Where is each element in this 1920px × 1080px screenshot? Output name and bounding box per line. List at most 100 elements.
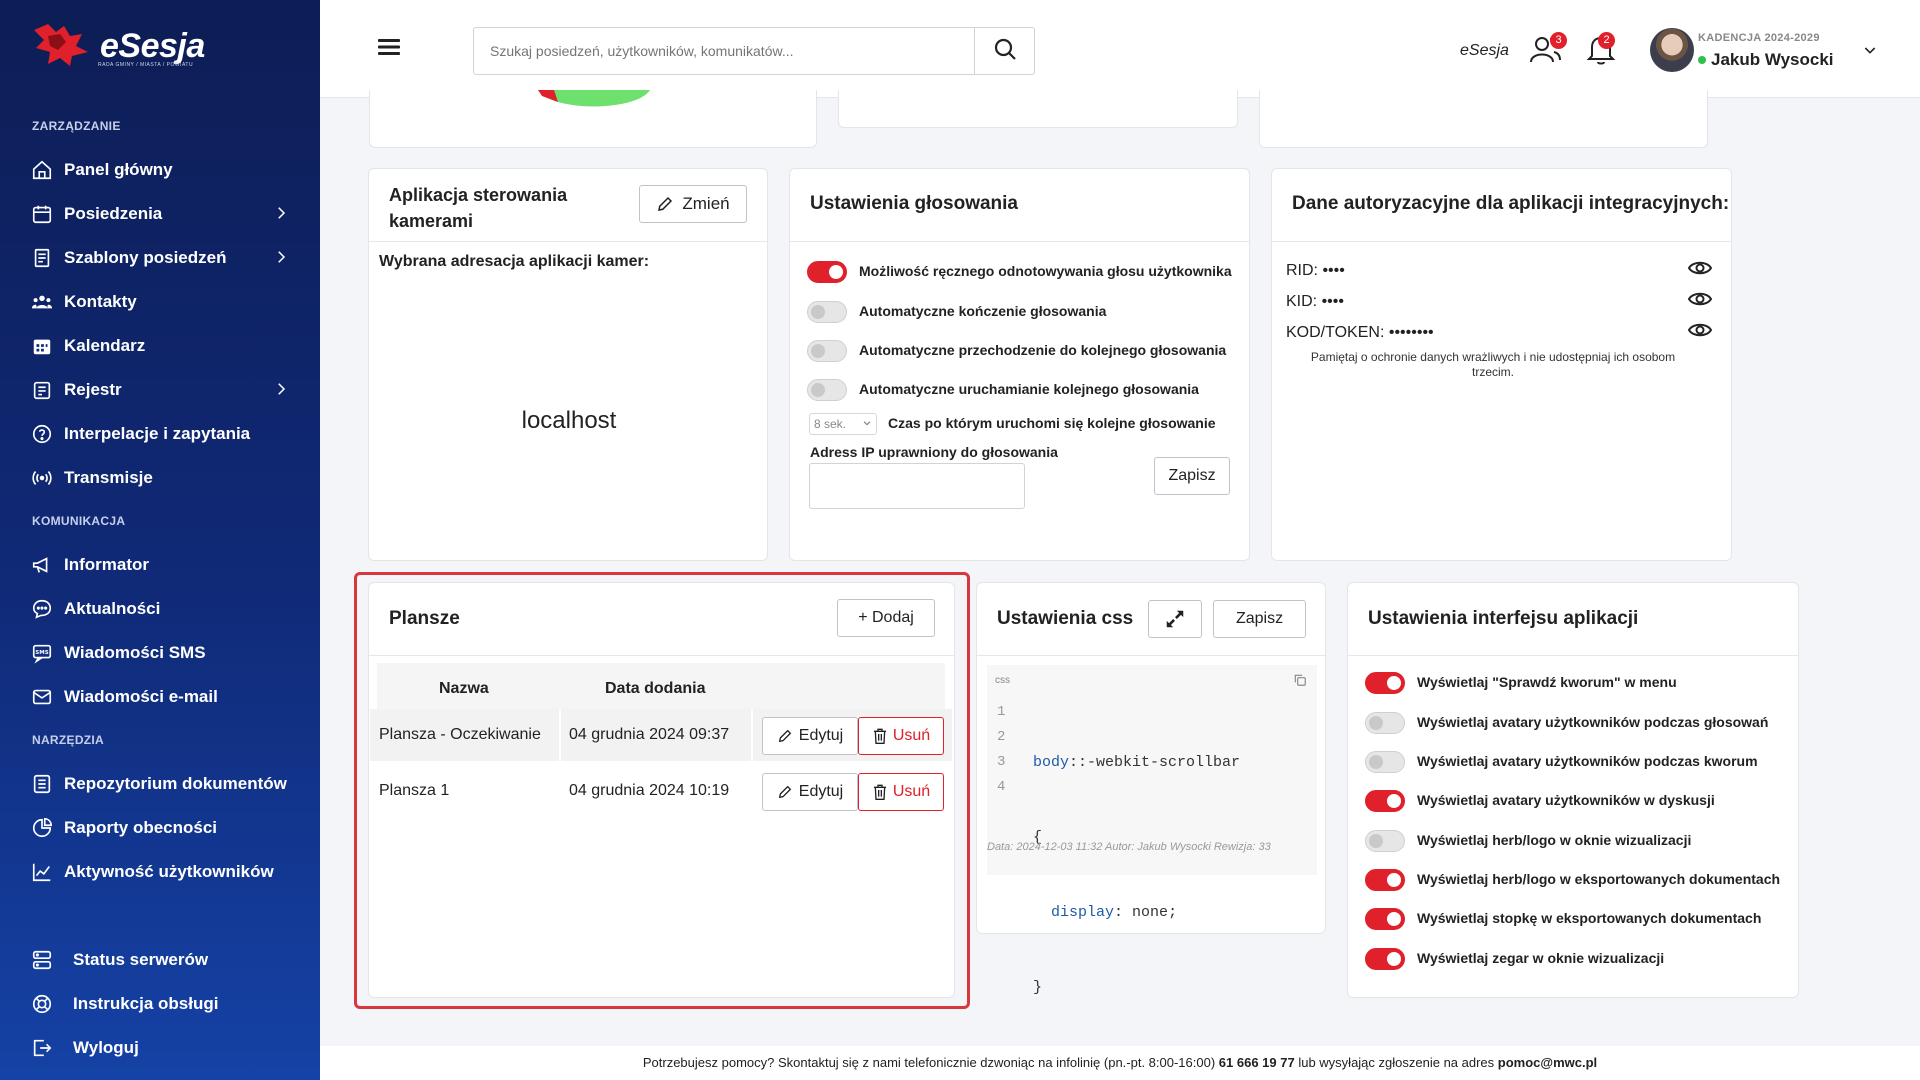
sidebar-item-calendar[interactable]: Kalendarz: [30, 328, 300, 364]
toggle-avatars-voting[interactable]: [1365, 712, 1405, 734]
sidebar-item-documents[interactable]: Repozytorium dokumentów: [30, 766, 300, 802]
sidebar-item-logout[interactable]: Wyloguj: [30, 1030, 300, 1066]
footer-email[interactable]: pomoc@mwc.pl: [1498, 1055, 1597, 1070]
footer: Potrzebujesz pomocy? Skontaktuj się z na…: [320, 1046, 1920, 1080]
delete-button[interactable]: Usuń: [858, 717, 944, 755]
toggle-label: Wyświetlaj zegar w oknie wizualizacji: [1417, 950, 1665, 966]
css-settings-card: Ustawienia css Zapisz css 1 2 3 4 body::…: [976, 582, 1326, 996]
toggle-footer-export[interactable]: [1365, 908, 1405, 930]
sidebar-item-interpellations[interactable]: Interpelacje i zapytania: [30, 416, 300, 452]
auth-card-title: Dane autoryzacyjne dla aplikacji integra…: [1292, 193, 1730, 214]
app-tagline: RADA GMINY / MIASTA / POWIATU: [98, 62, 194, 68]
trash-icon: [872, 727, 888, 745]
user-term: KADENCJA 2024-2029: [1698, 32, 1820, 44]
pencil-icon: [777, 728, 793, 744]
toggle-auto-start[interactable]: [807, 379, 847, 401]
sidebar-item-broadcasts[interactable]: Transmisje: [30, 460, 300, 496]
sidebar-item-contacts[interactable]: Kontakty: [30, 284, 300, 320]
toggle-check-quorum[interactable]: [1365, 672, 1405, 694]
document-icon: [30, 772, 54, 796]
toggle-clock-visualization[interactable]: [1365, 948, 1405, 970]
users-button[interactable]: 3: [1528, 32, 1567, 71]
sidebar-item-dashboard[interactable]: Panel główny: [30, 152, 300, 188]
toggle-avatars-quorum[interactable]: [1365, 751, 1405, 773]
contacts-icon: [30, 290, 54, 314]
sidebar: eSesja RADA GMINY / MIASTA / POWIATU ZAR…: [0, 0, 320, 1080]
chevron-down-icon: [862, 417, 872, 431]
toggle-label: Wyświetlaj herb/logo w oknie wizualizacj…: [1417, 832, 1692, 848]
eye-icon[interactable]: [1687, 259, 1713, 282]
sidebar-item-templates[interactable]: Szablony posiedzeń: [30, 240, 300, 276]
boards-card-title: Plansze: [389, 608, 460, 629]
svg-text:SMS: SMS: [35, 650, 48, 656]
table-row: Plansza - Oczekiwanie 04 grudnia 2024 09…: [370, 709, 952, 761]
chat-icon: [30, 597, 54, 621]
chevron-right-icon: [272, 204, 290, 227]
ip-input[interactable]: [809, 463, 1025, 509]
section-communication: KOMUNIKACJA: [32, 514, 126, 528]
sms-icon: SMS: [30, 641, 54, 665]
change-button[interactable]: Zmień: [639, 185, 747, 223]
lifebuoy-icon: [30, 992, 54, 1016]
calendar-icon: [30, 202, 54, 226]
fullscreen-button[interactable]: [1148, 600, 1202, 638]
footer-mid: lub wysyłając zgłoszenie na adres: [1298, 1055, 1495, 1070]
home-icon: [30, 158, 54, 182]
camera-app-card: Aplikacja sterowania kamerami Zmień Wybr…: [368, 168, 768, 561]
card-partial-right: [1259, 90, 1708, 148]
sidebar-item-attendance[interactable]: Raporty obecności: [30, 810, 300, 846]
eye-icon[interactable]: [1687, 321, 1713, 344]
delay-select[interactable]: 8 sek.: [809, 413, 877, 435]
chevron-down-icon[interactable]: [1862, 42, 1878, 63]
code-content: body::-webkit-scrollbar { display: none;…: [1033, 754, 1241, 996]
add-board-button[interactable]: + Dodaj: [837, 599, 935, 637]
expand-icon: [1164, 608, 1186, 630]
css-save-button[interactable]: Zapisz: [1213, 600, 1306, 638]
footer-text: Potrzebujesz pomocy? Skontaktuj się z na…: [642, 1055, 1216, 1070]
footer-phone[interactable]: 61 666 19 77: [1219, 1055, 1295, 1070]
board-name: Plansza - Oczekiwanie: [379, 726, 541, 743]
voting-save-button[interactable]: Zapisz: [1154, 457, 1230, 495]
eye-icon[interactable]: [1687, 290, 1713, 313]
sidebar-item-sms[interactable]: SMS Wiadomości SMS: [30, 635, 300, 671]
user-name: Jakub Wysocki: [1711, 50, 1834, 69]
copy-icon[interactable]: [1293, 673, 1307, 692]
sidebar-item-informator[interactable]: Informator: [30, 547, 300, 583]
sidebar-item-manual[interactable]: Instrukcja obsługi: [30, 986, 300, 1022]
toggle-label: Automatyczne przechodzenie do kolejnego …: [859, 342, 1227, 358]
board-date: 04 grudnia 2024 10:19: [569, 782, 730, 799]
pencil-icon: [656, 195, 674, 213]
toggle-auto-finish[interactable]: [807, 301, 847, 323]
toggle-label: Wyświetlaj avatary użytkowników w dyskus…: [1417, 792, 1715, 808]
menu-toggle-icon[interactable]: [378, 38, 400, 61]
column-header-name: Nazwa: [439, 680, 489, 697]
toggle-label: Wyświetlaj "Sprawdź kworum" w menu: [1417, 674, 1677, 690]
sidebar-item-server-status[interactable]: Status serwerów: [30, 942, 300, 978]
toggle-logo-visualization[interactable]: [1365, 830, 1405, 852]
section-tools: NARZĘDZIA: [32, 733, 105, 747]
edit-button[interactable]: Edytuj: [762, 717, 858, 755]
toggle-label: Automatyczne uruchamianie kolejnego głos…: [859, 381, 1199, 397]
ui-card-title: Ustawienia interfejsu aplikacji: [1368, 608, 1639, 629]
toggle-logo-export[interactable]: [1365, 869, 1405, 891]
notifications-button[interactable]: 2: [1586, 32, 1616, 71]
chevron-right-icon: [272, 248, 290, 271]
css-revision-meta: Data: 2024-12-03 11:32 Autor: Jakub Wyso…: [987, 841, 1271, 853]
css-card-title: Ustawienia css: [997, 608, 1134, 629]
sidebar-item-activity[interactable]: Aktywność użytkowników: [30, 854, 300, 890]
delete-button[interactable]: Usuń: [858, 773, 944, 811]
sidebar-item-email[interactable]: Wiadomości e-mail: [30, 679, 300, 715]
edit-button[interactable]: Edytuj: [762, 773, 858, 811]
search-input[interactable]: [474, 28, 964, 74]
sidebar-item-register[interactable]: Rejestr: [30, 372, 300, 408]
users-badge: 3: [1550, 32, 1567, 49]
app-name: eSesja: [100, 26, 205, 65]
sidebar-item-meetings[interactable]: Posiedzenia: [30, 196, 300, 232]
toggle-avatars-discussion[interactable]: [1365, 790, 1405, 812]
toggle-auto-next[interactable]: [807, 340, 847, 362]
pencil-icon: [777, 784, 793, 800]
search-button[interactable]: [974, 28, 1034, 74]
toggle-manual-vote[interactable]: [807, 261, 847, 283]
sidebar-item-news[interactable]: Aktualności: [30, 591, 300, 627]
logout-icon: [30, 1036, 54, 1060]
